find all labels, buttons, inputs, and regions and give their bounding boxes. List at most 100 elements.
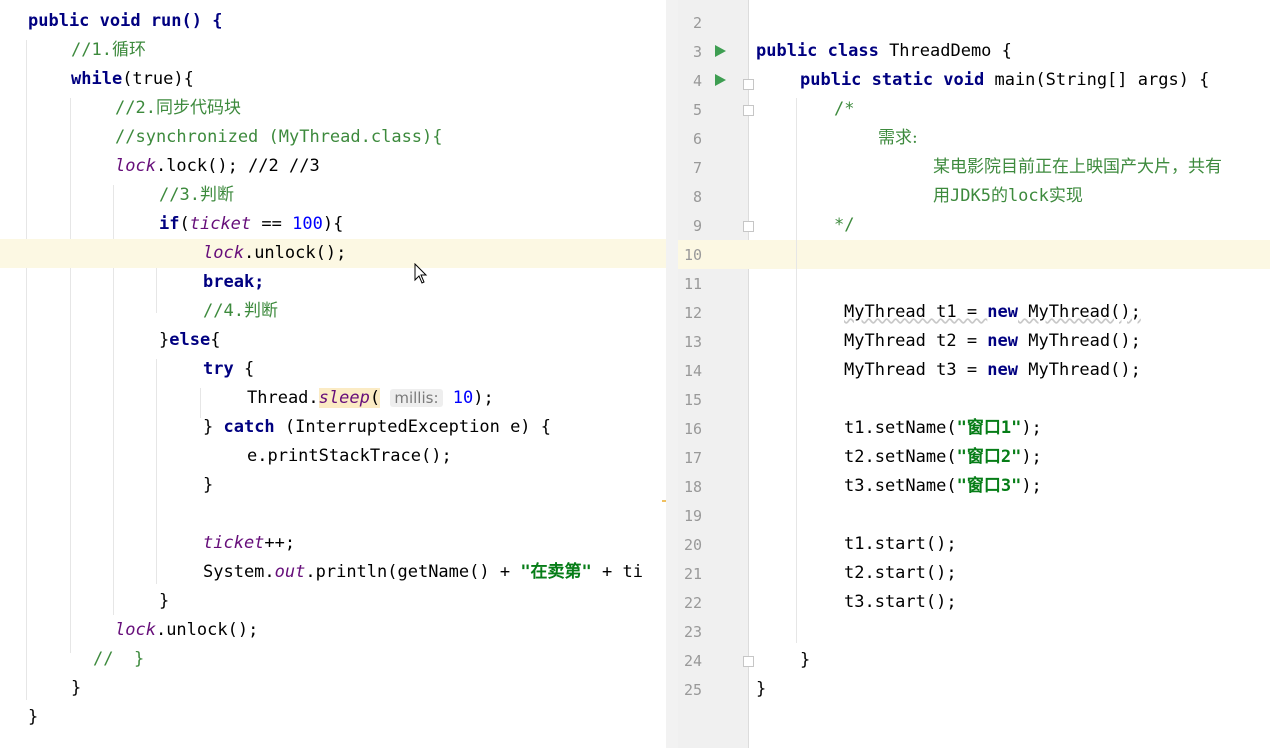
code-text: ); [1021, 476, 1042, 496]
code-text: .unlock(); [155, 620, 259, 640]
code-line[interactable]: } [678, 646, 1270, 675]
keyword: else [169, 330, 211, 350]
code-line[interactable]: t3.setName("窗口3"); [678, 472, 1270, 501]
code-text: MyThread t3 = [844, 360, 988, 380]
code-line[interactable]: // } [0, 645, 666, 674]
code-text: MyThread(); [1018, 360, 1141, 380]
comment: */ [834, 215, 855, 235]
comment: //2.同步代码块 [115, 98, 241, 118]
code-text: main(String[] args) { [984, 70, 1210, 90]
line-number: 2 [692, 14, 702, 32]
code-text: (InterruptedException e) { [274, 417, 552, 437]
code-text: } [756, 679, 767, 699]
current-line-highlight [678, 240, 1270, 269]
mouse-cursor-icon [414, 263, 428, 284]
code-line[interactable]: } catch (InterruptedException e) { [0, 413, 666, 442]
right-editor-pane[interactable]: 2 3 4 5 6 7 8 9 10 11 12 13 14 15 16 17 18 19 20 21 22 23 24 25… [678, 0, 1270, 748]
code-line[interactable]: Thread.sleep( millis: 10); [0, 384, 666, 413]
code-line[interactable]: } [0, 471, 666, 500]
code-text: ( [369, 388, 381, 408]
code-line[interactable]: 用JDK5的lock实现 [678, 182, 1270, 211]
string-literal: "在卖第" [520, 562, 592, 582]
code-text: t3.setName( [844, 476, 957, 496]
code-line[interactable]: //1.循环 [0, 36, 666, 65]
string-literal: "窗口1" [956, 418, 1022, 438]
keyword: new [987, 360, 1019, 380]
code-text: { [233, 359, 255, 379]
code-line[interactable]: MyThread t1 = new MyThread(); [678, 298, 1270, 327]
code-line[interactable]: break; [0, 268, 666, 297]
code-line[interactable]: lock.lock(); //2 //3 [0, 152, 666, 181]
code-line[interactable]: //2.同步代码块 [0, 94, 666, 123]
code-line[interactable]: /* [678, 95, 1270, 124]
code-text: + ti [591, 562, 643, 582]
keyword: public void run() { [28, 11, 223, 31]
code-text: (true){ [122, 69, 194, 89]
code-line[interactable]: lock.unlock(); [0, 616, 666, 645]
code-line[interactable]: if(ticket == 100){ [0, 210, 666, 239]
keyword: if [159, 214, 180, 234]
code-text: ); [1021, 447, 1042, 467]
code-line[interactable]: } [0, 587, 666, 616]
comment: //4.判断 [203, 301, 278, 321]
code-text: MyThread t1 = [844, 302, 988, 322]
keyword: catch [223, 417, 275, 437]
code-line[interactable]: t1.start(); [678, 530, 1270, 559]
current-code-line[interactable]: lock.unlock(); [0, 239, 666, 268]
code-line[interactable]: e.printStackTrace(); [0, 442, 666, 471]
code-line[interactable]: public void run() { [0, 7, 666, 36]
field-lock: lock [203, 243, 244, 263]
number-literal: 10 [452, 388, 474, 408]
field-out: out [274, 562, 306, 582]
code-line[interactable]: System.out.println(getName() + "在卖第" + t… [0, 558, 666, 587]
pane-divider[interactable] [666, 0, 678, 748]
code-line[interactable]: ticket++; [0, 529, 666, 558]
code-line[interactable]: t1.setName("窗口1"); [678, 414, 1270, 443]
code-text: MyThread(); [1018, 331, 1141, 351]
code-text: t3.start(); [844, 592, 957, 612]
comment: /* [834, 99, 855, 119]
code-text: .println(getName() + [305, 562, 521, 582]
code-line[interactable]: t2.setName("窗口2"); [678, 443, 1270, 472]
code-text: .unlock(); [243, 243, 347, 263]
code-text: ); [473, 388, 494, 408]
code-text: == [251, 214, 293, 234]
code-text: } [203, 475, 214, 495]
code-line[interactable]: public class ThreadDemo { [678, 37, 1270, 66]
comment: //synchronized (MyThread.class){ [115, 127, 443, 147]
code-line[interactable]: 需求: [678, 124, 1270, 153]
code-text: System. [203, 562, 275, 582]
code-line[interactable]: //4.判断 [0, 297, 666, 326]
code-text: } [28, 707, 39, 727]
code-text: t1.start(); [844, 534, 957, 554]
code-line[interactable]: try { [0, 355, 666, 384]
code-line[interactable]: t2.start(); [678, 559, 1270, 588]
left-editor-pane[interactable]: public void run() { //1.循环 while(true){ … [0, 0, 666, 748]
code-line[interactable]: t3.start(); [678, 588, 1270, 617]
code-line[interactable]: public static void main(String[] args) { [678, 66, 1270, 95]
comment: 某电影院目前正在上映国产大片，共有 [933, 157, 1222, 177]
comment: 需求: [878, 128, 918, 148]
code-line[interactable]: }else{ [0, 326, 666, 355]
comment: //1.循环 [71, 40, 146, 60]
code-text: t2.start(); [844, 563, 957, 583]
code-line[interactable]: //3.判断 [0, 181, 666, 210]
code-text: t2.setName( [844, 447, 957, 467]
code-line[interactable]: MyThread t3 = new MyThread(); [678, 356, 1270, 385]
field-lock: lock [115, 156, 156, 176]
code-line[interactable]: while(true){ [0, 65, 666, 94]
code-line[interactable]: MyThread t2 = new MyThread(); [678, 327, 1270, 356]
parameter-hint: millis: [390, 389, 443, 407]
string-literal: "窗口3" [956, 476, 1022, 496]
string-literal: "窗口2" [956, 447, 1022, 467]
code-line[interactable]: } [0, 703, 666, 732]
method-sleep: sleep [318, 388, 370, 408]
code-line[interactable]: } [678, 675, 1270, 704]
code-text: ThreadDemo { [878, 41, 1012, 61]
code-text: } [159, 591, 170, 611]
code-line[interactable]: */ [678, 211, 1270, 240]
code-line[interactable]: 某电影院目前正在上映国产大片，共有 [678, 153, 1270, 182]
code-line[interactable]: } [0, 674, 666, 703]
code-line[interactable]: //synchronized (MyThread.class){ [0, 123, 666, 152]
keyword: break; [203, 272, 265, 292]
